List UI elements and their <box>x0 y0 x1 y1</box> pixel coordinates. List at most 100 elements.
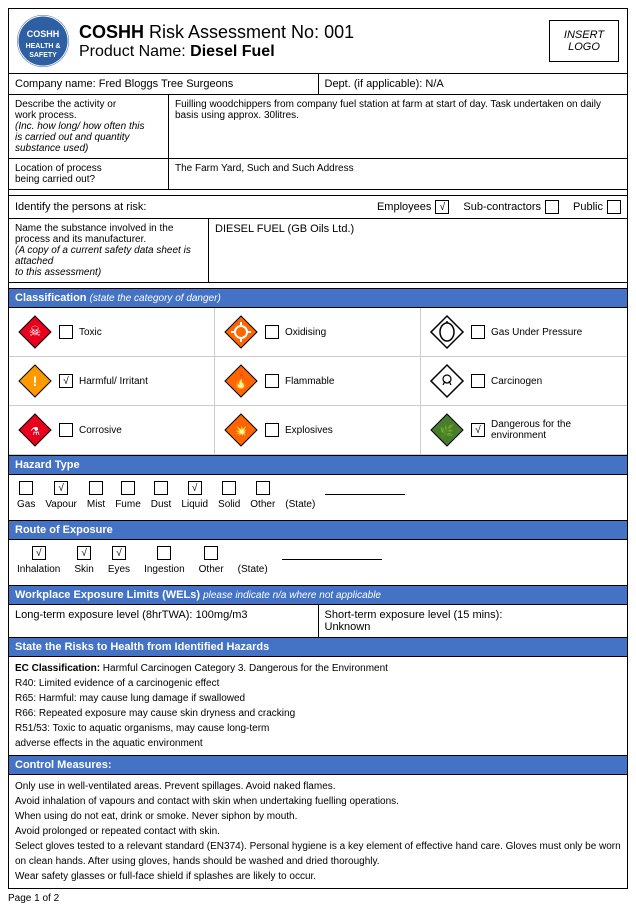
exp-state: (State) <box>238 546 268 575</box>
substance-row: Name the substance involved in the proce… <box>8 219 628 283</box>
wel-short-term: Short-term exposure level (15 mins): Unk… <box>319 605 628 637</box>
public-checkbox[interactable] <box>607 200 621 214</box>
exp-inhalation-checkbox[interactable]: √ <box>32 546 46 560</box>
wel-long-term: Long-term exposure level (8hrTWA): 100mg… <box>9 605 319 637</box>
describe-value: Fuilling woodchippers from company fuel … <box>169 95 627 158</box>
wel-long-term-value: 100mg/m3 <box>196 609 248 621</box>
exp-inhalation-label: Inhalation <box>17 564 60 575</box>
type-gas-checkbox[interactable] <box>19 481 33 495</box>
classification-grid: ☠ Toxic Oxidising <box>8 308 628 456</box>
type-vapour-label: Vapour <box>45 499 77 510</box>
exp-eyes-checkbox[interactable]: √ <box>112 546 126 560</box>
exp-other-checkbox[interactable] <box>204 546 218 560</box>
company-label: Company name: <box>15 78 96 90</box>
hr-line-3: R65: Harmful: may cause lung damage if s… <box>15 691 621 706</box>
carcinogen-checkbox[interactable] <box>471 374 485 388</box>
exp-line <box>282 546 382 560</box>
explosive-label: Explosives <box>285 425 333 436</box>
flammable-label: Flammable <box>285 376 334 387</box>
svg-text:HEALTH &: HEALTH & <box>26 43 61 50</box>
explosive-icon: 💥 <box>223 412 259 448</box>
svg-text:🔥: 🔥 <box>232 373 249 390</box>
flammable-checkbox[interactable] <box>265 374 279 388</box>
svg-text:⚗: ⚗ <box>30 426 40 438</box>
hazard-environment: 🌿 √ Dangerous for the environment <box>421 406 627 455</box>
company-name: Fred Bloggs Tree Surgeons <box>99 78 234 90</box>
type-liquid-label: Liquid <box>181 499 208 510</box>
insert-logo-box: INSERTLOGO <box>549 20 619 62</box>
corrosive-checkbox[interactable] <box>59 423 73 437</box>
type-fume: Fume <box>115 481 141 510</box>
type-solid-label: Solid <box>218 499 240 510</box>
oxidising-checkbox[interactable] <box>265 325 279 339</box>
control-header: Control Measures: <box>8 756 628 775</box>
exp-eyes: √ Eyes <box>108 546 130 575</box>
gas-label: Gas Under Pressure <box>491 327 582 338</box>
exp-state-line <box>282 546 382 564</box>
company-row: Company name: Fred Bloggs Tree Surgeons … <box>8 74 628 95</box>
hr-line-4: R66: Repeated exposure may cause skin dr… <box>15 706 621 721</box>
type-solid: Solid <box>218 481 240 510</box>
exposure-row: √ Inhalation √ Skin √ Eyes Ingestion Oth… <box>8 540 628 586</box>
type-mist-checkbox[interactable] <box>89 481 103 495</box>
hazard-oxidising: Oxidising <box>215 308 421 357</box>
corrosive-label: Corrosive <box>79 425 122 436</box>
hazard-harmful: ! √ Harmful/ Irritant <box>9 357 215 406</box>
gas-icon <box>429 314 465 350</box>
svg-text:!: ! <box>33 373 38 389</box>
insert-logo-text: INSERTLOGO <box>564 29 604 53</box>
ctrl-line-1: Only use in well-ventilated areas. Preve… <box>15 779 621 794</box>
type-dust: Dust <box>151 481 172 510</box>
employees-label: Employees <box>377 201 431 213</box>
public-label: Public <box>573 201 603 213</box>
type-mist-label: Mist <box>87 499 105 510</box>
type-liquid-checkbox[interactable]: √ <box>188 481 202 495</box>
svg-text:💥: 💥 <box>233 423 249 439</box>
type-state: (State) <box>285 481 315 510</box>
health-risks-header: State the Risks to Health from Identifie… <box>8 638 628 657</box>
flammable-icon: 🔥 <box>223 363 259 399</box>
exp-ingestion-checkbox[interactable] <box>157 546 171 560</box>
hazard-type-header: Hazard Type <box>8 456 628 475</box>
toxic-checkbox[interactable] <box>59 325 73 339</box>
ctrl-line-2: Avoid inhalation of vapours and contact … <box>15 794 621 809</box>
carcinogen-icon <box>429 363 465 399</box>
subcontractors-checkbox[interactable] <box>545 200 559 214</box>
exp-inhalation: √ Inhalation <box>17 546 60 575</box>
type-other-checkbox[interactable] <box>256 481 270 495</box>
explosive-checkbox[interactable] <box>265 423 279 437</box>
control-content: Only use in well-ventilated areas. Preve… <box>8 775 628 889</box>
type-solid-checkbox[interactable] <box>222 481 236 495</box>
environment-icon: 🌿 <box>429 412 465 448</box>
exposure-boxes: √ Inhalation √ Skin √ Eyes Ingestion Oth… <box>17 546 619 575</box>
exp-skin-label: Skin <box>74 564 93 575</box>
gas-checkbox[interactable] <box>471 325 485 339</box>
environment-label: Dangerous for the environment <box>491 419 619 441</box>
svg-text:☠: ☠ <box>29 323 42 339</box>
route-exposure-header: Route of Exposure <box>8 521 628 540</box>
type-vapour-checkbox[interactable]: √ <box>54 481 68 495</box>
subtitle-prefix: Product Name: <box>79 43 190 60</box>
header-text: COSHH Risk Assessment No: 001 Product Na… <box>79 22 549 61</box>
type-fume-checkbox[interactable] <box>121 481 135 495</box>
svg-text:🌿: 🌿 <box>440 424 455 438</box>
type-other: Other <box>250 481 275 510</box>
type-state-line <box>325 481 405 499</box>
hazard-gas: Gas Under Pressure <box>421 308 627 357</box>
substance-value: DIESEL FUEL (GB Oils Ltd.) <box>209 219 627 282</box>
type-dust-label: Dust <box>151 499 172 510</box>
hazard-carcinogen: Carcinogen <box>421 357 627 406</box>
footer: Page 1 of 2 <box>8 889 628 908</box>
exp-eyes-label: Eyes <box>108 564 130 575</box>
harmful-checkbox[interactable]: √ <box>59 374 73 388</box>
employees-checkbox[interactable]: √ <box>435 200 449 214</box>
exp-skin-checkbox[interactable]: √ <box>77 546 91 560</box>
environment-checkbox[interactable]: √ <box>471 423 485 437</box>
type-dust-checkbox[interactable] <box>154 481 168 495</box>
svg-text:SAFETY: SAFETY <box>29 52 57 59</box>
location-row: Location of process being carried out? T… <box>8 159 628 190</box>
type-state-label: (State) <box>285 499 315 510</box>
exp-state-spacer <box>246 546 260 560</box>
hr-line-2: R40: Limited evidence of a carcinogenic … <box>15 676 621 691</box>
wel-row: Long-term exposure level (8hrTWA): 100mg… <box>8 605 628 638</box>
